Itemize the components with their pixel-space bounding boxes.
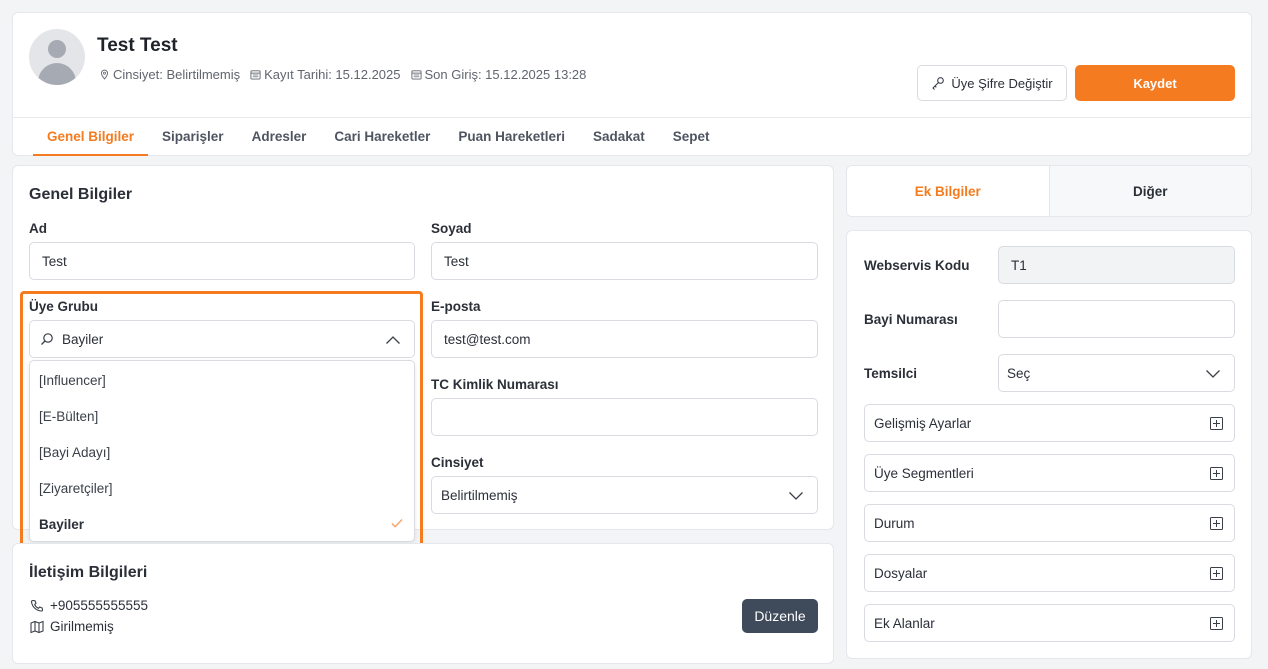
- tab-genel-bilgiler[interactable]: Genel Bilgiler: [33, 118, 149, 156]
- profile-header: Test Test Cinsiyet: Belirtilmemiş Kayıt …: [12, 12, 1252, 156]
- dealer-number-label: Bayi Numarası: [864, 312, 958, 327]
- dealer-number-input[interactable]: [998, 300, 1235, 338]
- plus-square-icon: [1210, 617, 1223, 630]
- chevron-down-icon: [789, 492, 803, 500]
- plus-square-icon: [1210, 417, 1223, 430]
- tab-sepet[interactable]: Sepet: [659, 118, 724, 156]
- gender-label: Cinsiyet: [431, 455, 484, 470]
- calendar-icon: [410, 70, 422, 80]
- section-files[interactable]: Dosyalar: [864, 554, 1235, 592]
- tab-cari-hareketler[interactable]: Cari Hareketler: [320, 118, 444, 156]
- gender-meta: Cinsiyet: Belirtilmemiş: [99, 67, 240, 82]
- plus-square-icon: [1210, 517, 1223, 530]
- member-group-highlight: [20, 291, 423, 548]
- location-pin-icon: [101, 69, 108, 80]
- map-icon: [30, 620, 44, 633]
- gender-select[interactable]: Belirtilmemiş: [431, 476, 818, 514]
- user-meta: Cinsiyet: Belirtilmemiş Kayıt Tarihi: 15…: [99, 67, 586, 82]
- tab-ek-bilgiler[interactable]: Ek Bilgiler: [847, 166, 1049, 216]
- chevron-down-icon: [1206, 370, 1220, 378]
- tab-siparisler[interactable]: Siparişler: [148, 118, 238, 156]
- last-name-input[interactable]: Test: [431, 242, 818, 280]
- key-icon: [932, 77, 945, 90]
- first-name-label: Ad: [29, 221, 47, 236]
- representative-select[interactable]: Seç: [998, 354, 1235, 392]
- tab-diger[interactable]: Diğer: [1048, 166, 1251, 216]
- last-login-meta: Son Giriş: 15.12.2025 13:28: [410, 67, 586, 82]
- main-tabs: Genel Bilgiler Siparişler Adresler Cari …: [33, 118, 724, 156]
- contact-info-title: İletişim Bilgileri: [29, 564, 148, 581]
- change-password-button[interactable]: Üye Şifre Değiştir: [917, 65, 1067, 101]
- phone-icon: [30, 599, 44, 612]
- tab-adresler[interactable]: Adresler: [238, 118, 321, 156]
- section-member-segments[interactable]: Üye Segmentleri: [864, 454, 1235, 492]
- tab-sadakat[interactable]: Sadakat: [579, 118, 659, 156]
- section-extra-fields[interactable]: Ek Alanlar: [864, 604, 1235, 642]
- plus-square-icon: [1210, 467, 1223, 480]
- webservice-code-input[interactable]: T1: [998, 246, 1235, 284]
- plus-square-icon: [1210, 567, 1223, 580]
- avatar: [29, 29, 85, 85]
- tab-puan-hareketleri[interactable]: Puan Hareketleri: [444, 118, 579, 156]
- last-name-label: Soyad: [431, 221, 472, 236]
- register-date-meta: Kayıt Tarihi: 15.12.2025: [250, 67, 401, 82]
- section-advanced-settings[interactable]: Gelişmiş Ayarlar: [864, 404, 1235, 442]
- webservice-code-label: Webservis Kodu: [864, 258, 970, 273]
- tc-id-label: TC Kimlik Numarası: [431, 377, 559, 392]
- section-status[interactable]: Durum: [864, 504, 1235, 542]
- tc-id-input[interactable]: [431, 398, 818, 436]
- email-input[interactable]: test@test.com: [431, 320, 818, 358]
- user-name: Test Test: [97, 35, 178, 56]
- contact-address: Girilmemiş: [30, 619, 114, 634]
- first-name-input[interactable]: Test: [29, 242, 415, 280]
- general-info-title: Genel Bilgiler: [29, 186, 133, 203]
- right-panel-tabs: Ek Bilgiler Diğer: [846, 165, 1252, 217]
- email-label: E-posta: [431, 299, 481, 314]
- calendar-icon: [250, 70, 261, 80]
- extra-info-card: [846, 230, 1252, 659]
- edit-contact-button[interactable]: Düzenle: [742, 599, 818, 633]
- representative-label: Temsilci: [864, 366, 918, 381]
- contact-phone: +905555555555: [30, 598, 148, 613]
- save-button[interactable]: Kaydet: [1075, 65, 1235, 101]
